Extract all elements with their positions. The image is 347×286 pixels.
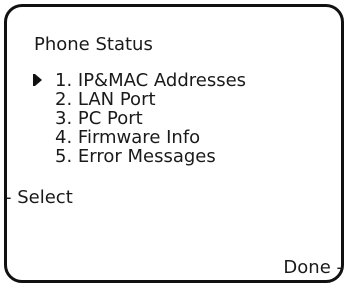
- menu-item-label: 1. IP&MAC Addresses: [55, 70, 247, 91]
- menu-item-lan-port[interactable]: 2. LAN Port: [35, 90, 246, 109]
- menu-item-label: 4. Firmware Info: [55, 127, 201, 148]
- select-softkey[interactable]: - Select: [7, 188, 73, 208]
- menu-item-label: 2. LAN Port: [55, 89, 156, 110]
- menu-item-error-messages[interactable]: 5. Error Messages: [35, 147, 246, 166]
- page-title: Phone Status: [34, 34, 153, 55]
- menu-item-firmware-info[interactable]: 4. Firmware Info: [35, 128, 246, 147]
- done-softkey[interactable]: Done -: [283, 258, 341, 278]
- menu-item-pc-port[interactable]: 3. PC Port: [35, 109, 246, 128]
- phone-display: Phone Status 1. IP&MAC Addresses 2. LAN …: [4, 4, 344, 283]
- menu-item-ip-mac-addresses[interactable]: 1. IP&MAC Addresses: [33, 70, 247, 91]
- menu-item-label: 5. Error Messages: [55, 146, 216, 167]
- menu-item-label: 3. PC Port: [55, 108, 143, 129]
- triangle-right-icon: [33, 74, 42, 86]
- status-menu: 1. IP&MAC Addresses 2. LAN Port 3. PC Po…: [33, 70, 247, 166]
